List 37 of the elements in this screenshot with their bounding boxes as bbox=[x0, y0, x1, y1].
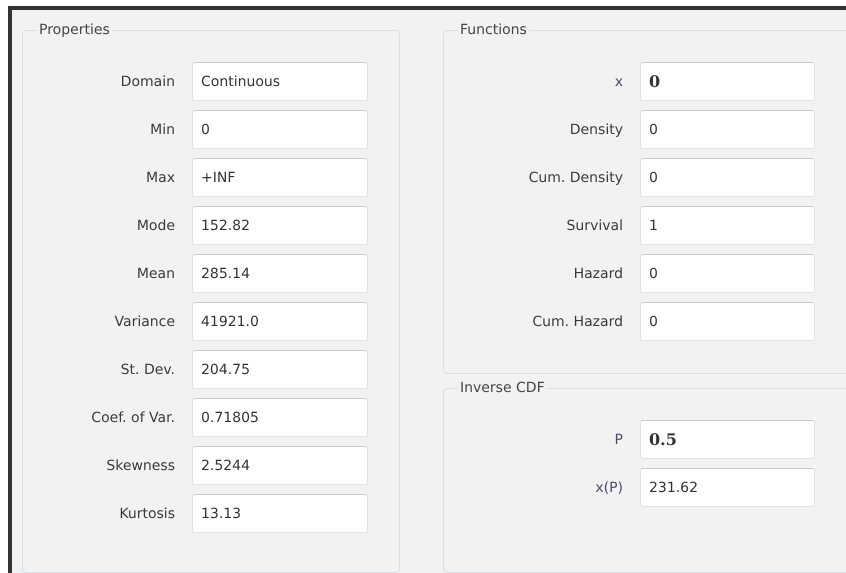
value-field[interactable]: 0 bbox=[640, 110, 815, 149]
field-label: Survival bbox=[566, 218, 623, 234]
field-label: Cum. Hazard bbox=[532, 314, 623, 330]
field-label: Domain bbox=[120, 74, 175, 90]
field-label: Coef. of Var. bbox=[91, 410, 175, 426]
value-field[interactable]: 152.82 bbox=[192, 206, 368, 245]
input-field[interactable]: 0 bbox=[640, 62, 815, 101]
value-field[interactable]: 204.75 bbox=[192, 350, 368, 389]
field-label: Variance bbox=[114, 314, 175, 330]
field-label: Skewness bbox=[106, 458, 175, 474]
value-field[interactable]: 2.5244 bbox=[192, 446, 368, 485]
group-title: Properties bbox=[37, 21, 112, 39]
field-label: Mode bbox=[136, 218, 175, 234]
value-field[interactable]: +INF bbox=[192, 158, 368, 197]
value-field[interactable]: 0 bbox=[640, 158, 815, 197]
value-field[interactable]: 285.14 bbox=[192, 254, 368, 293]
input-field[interactable]: 0.5 bbox=[640, 420, 815, 460]
value-field[interactable]: 13.13 bbox=[192, 494, 368, 533]
value-field[interactable]: 0.71805 bbox=[192, 398, 368, 437]
field-label: Kurtosis bbox=[119, 506, 175, 522]
value-field[interactable]: 1 bbox=[640, 206, 815, 245]
field-label: Hazard bbox=[574, 266, 623, 282]
field-label: Density bbox=[570, 122, 623, 138]
field-label: Cum. Density bbox=[528, 170, 623, 186]
field-label: Min bbox=[150, 122, 175, 138]
field-label: x(P) bbox=[595, 480, 623, 496]
field-label: x bbox=[614, 74, 623, 90]
field-label: St. Dev. bbox=[120, 362, 175, 378]
value-field[interactable]: 0 bbox=[640, 302, 815, 341]
field-label: Mean bbox=[136, 266, 175, 282]
value-field[interactable]: 231.62 bbox=[640, 468, 815, 508]
value-field[interactable]: 0 bbox=[640, 254, 815, 293]
value-field[interactable]: 41921.0 bbox=[192, 302, 368, 341]
field-label: Max bbox=[146, 170, 175, 186]
field-label: P bbox=[614, 432, 623, 448]
value-field[interactable]: 0 bbox=[192, 110, 368, 149]
value-field[interactable]: Continuous bbox=[192, 62, 368, 101]
